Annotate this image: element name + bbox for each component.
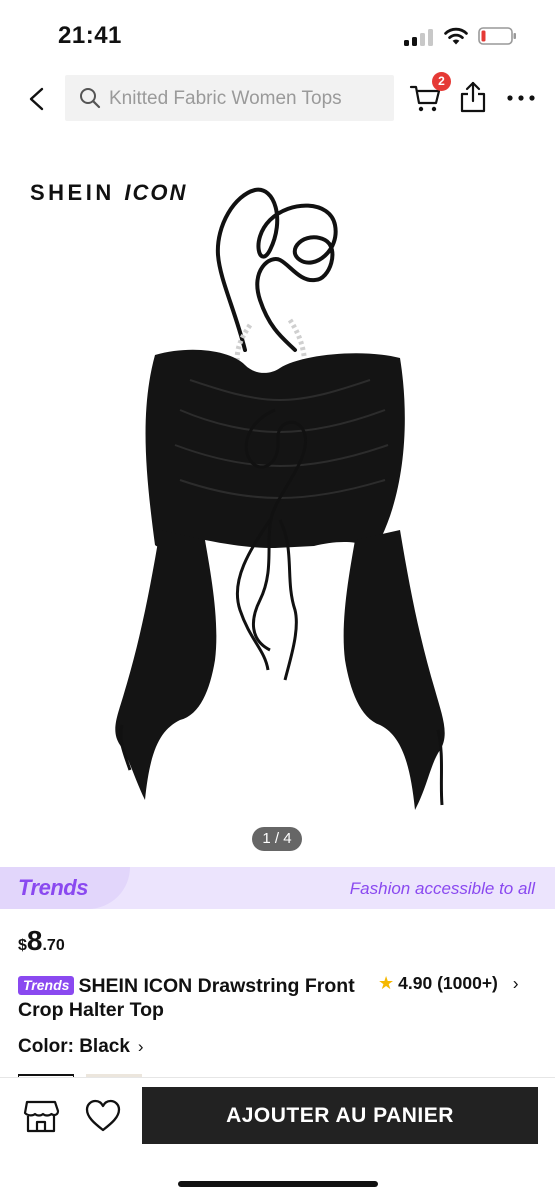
battery-icon xyxy=(478,27,516,45)
status-time: 21:41 xyxy=(58,22,122,49)
image-page-indicator: 1 / 4 xyxy=(252,827,302,851)
rating-count: (1000+) xyxy=(437,973,498,993)
wifi-icon xyxy=(444,27,468,45)
back-arrow-icon[interactable] xyxy=(22,84,52,114)
trends-logo: Trends xyxy=(18,875,88,900)
rating-summary[interactable]: ★ 4.90 (1000+) › xyxy=(378,973,519,994)
price-whole: 8 xyxy=(26,925,43,956)
search-icon xyxy=(80,88,101,109)
product-price: $8.70 xyxy=(18,925,65,957)
heart-icon[interactable] xyxy=(84,1098,122,1134)
star-icon: ★ xyxy=(378,973,395,993)
cart-badge: 2 xyxy=(432,72,451,91)
color-label: Color: Black xyxy=(18,1036,130,1057)
share-icon[interactable] xyxy=(459,80,487,114)
trends-tag: Trends xyxy=(18,976,75,995)
add-to-cart-button[interactable]: AJOUTER AU PANIER xyxy=(142,1087,538,1144)
top-nav: Knitted Fabric Women Tops 2 xyxy=(0,72,555,126)
status-bar: 21:41 xyxy=(0,0,555,70)
cellular-signal-icon xyxy=(404,29,434,46)
trends-tagline: Fashion accessible to all xyxy=(349,879,535,898)
product-gallery[interactable]: SHEIN ICON 1 / 4 xyxy=(0,130,555,865)
price-decimal: .70 xyxy=(42,937,65,954)
product-title: Trends SHEIN ICON Drawstring Front Crop H… xyxy=(18,974,363,1022)
search-input[interactable]: Knitted Fabric Women Tops xyxy=(65,75,394,121)
rating-value: 4.90 xyxy=(398,973,433,993)
chevron-right-icon: › xyxy=(512,973,519,993)
store-icon[interactable] xyxy=(22,1098,60,1134)
search-placeholder: Knitted Fabric Women Tops xyxy=(109,88,342,109)
chevron-right-icon: › xyxy=(137,1037,144,1056)
color-selector[interactable]: Color: Black › xyxy=(18,1036,144,1058)
product-image xyxy=(115,187,445,810)
trends-banner[interactable]: Trends Fashion accessible to all xyxy=(0,867,555,909)
price-currency: $ xyxy=(18,937,27,954)
home-indicator[interactable] xyxy=(178,1181,378,1187)
more-options-icon[interactable] xyxy=(505,86,537,110)
bottom-action-bar: AJOUTER AU PANIER xyxy=(0,1077,555,1200)
